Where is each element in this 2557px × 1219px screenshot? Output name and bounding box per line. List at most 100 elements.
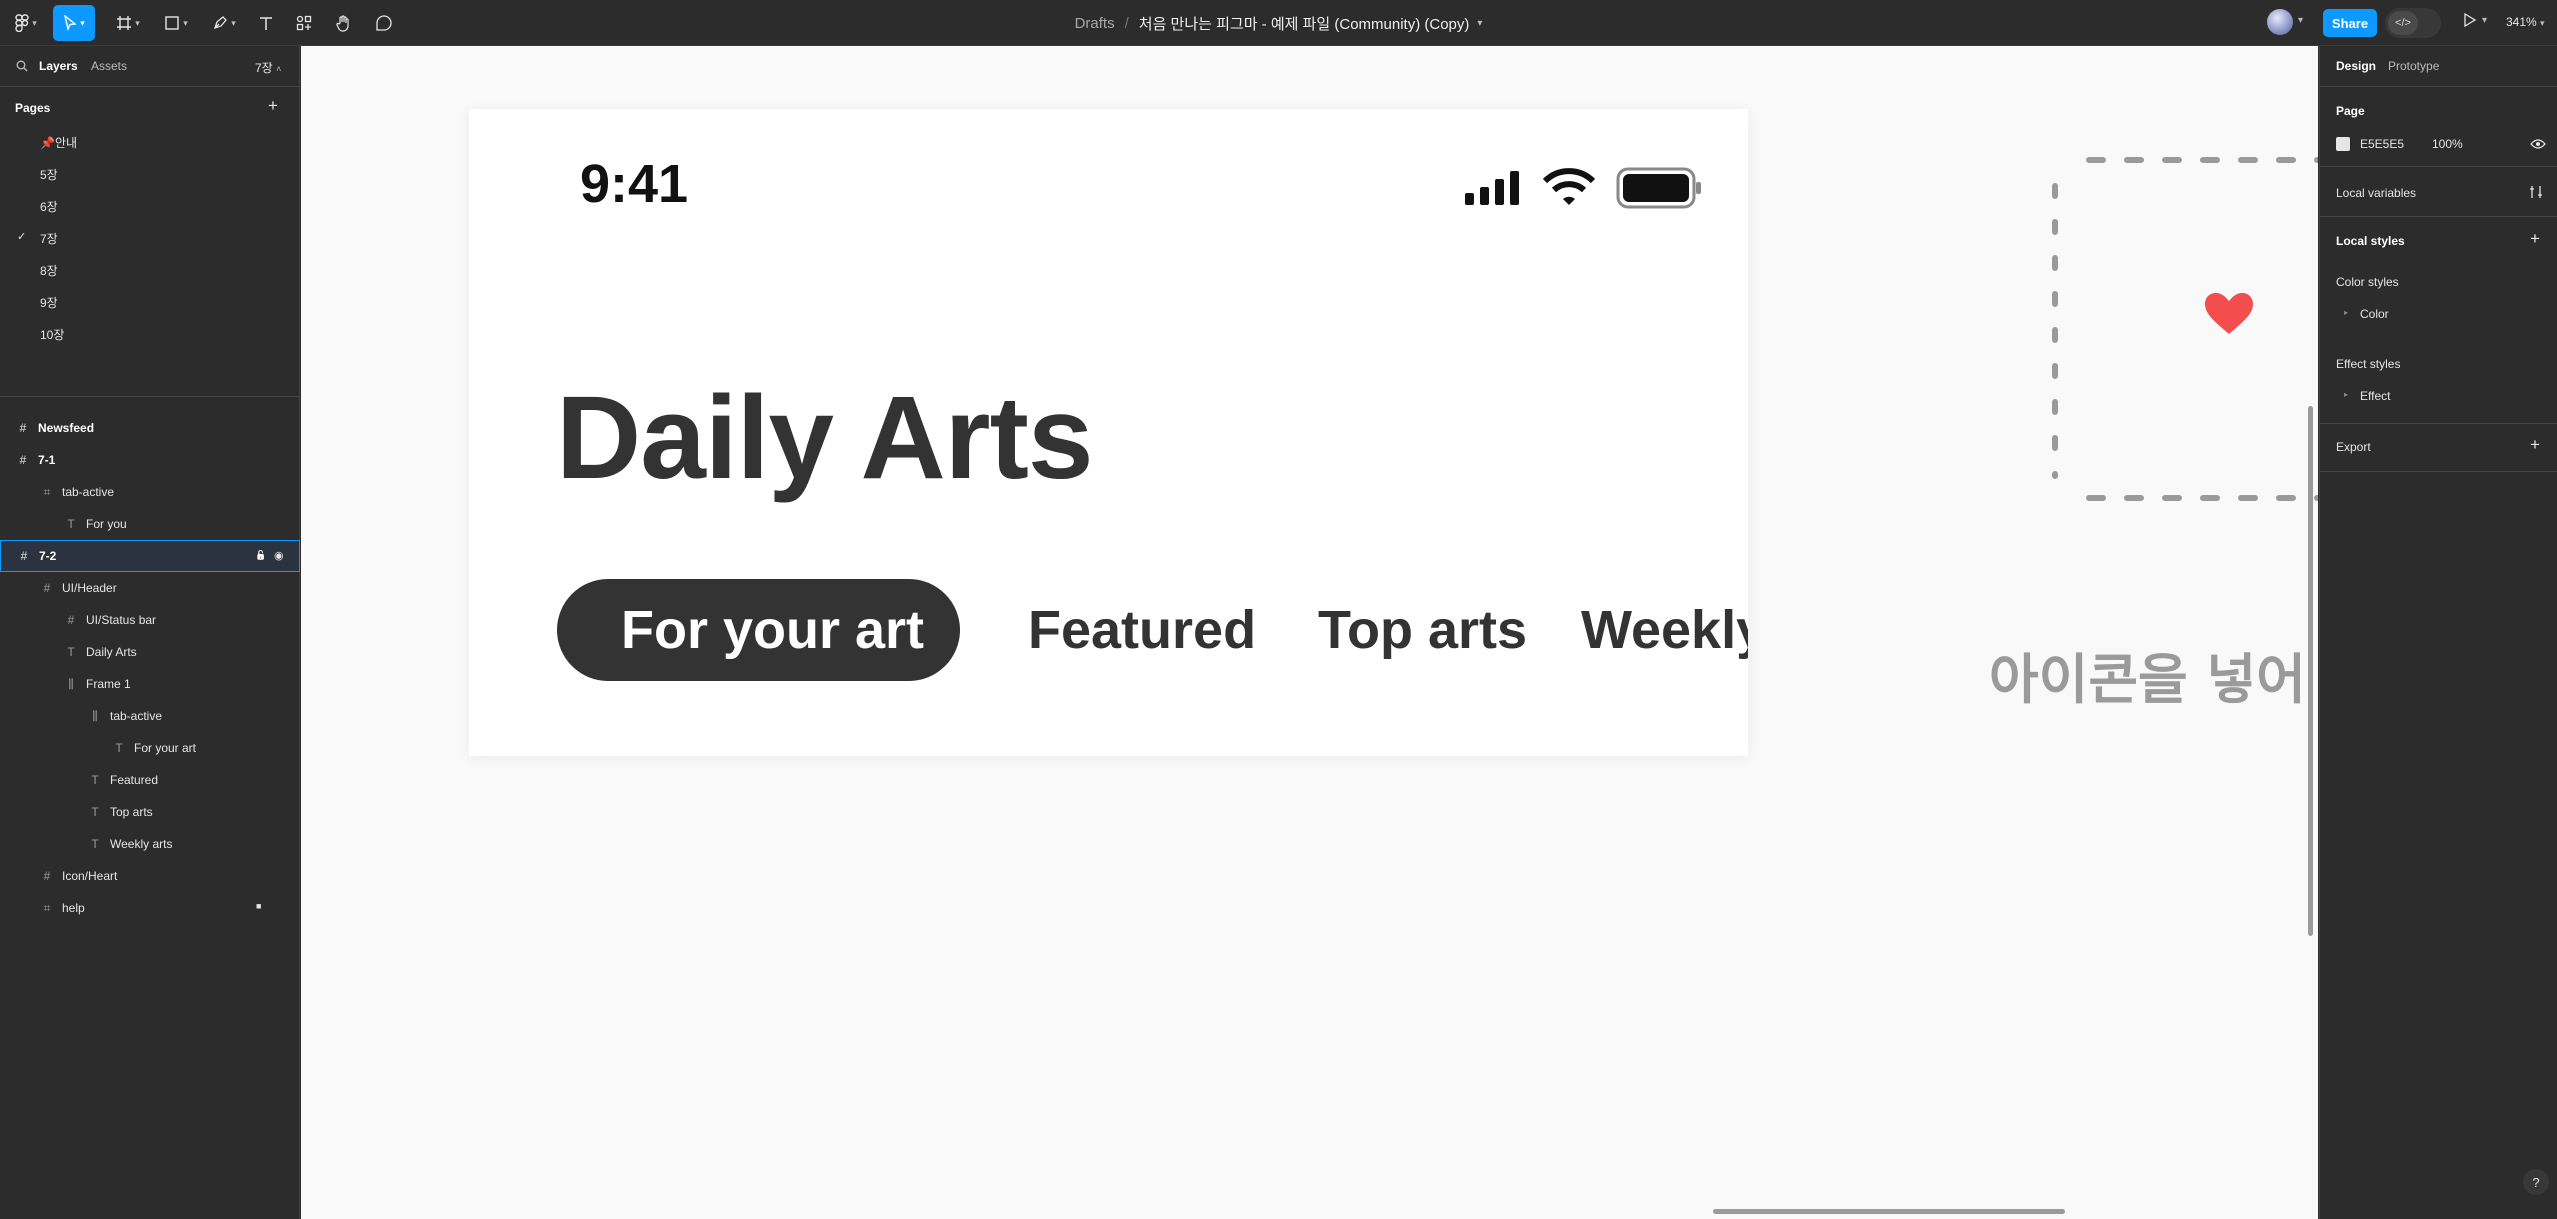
layer-row[interactable]: T For your art bbox=[0, 732, 300, 764]
vertical-scrollbar[interactable] bbox=[2308, 406, 2313, 936]
page-item-label: 6장 bbox=[40, 200, 58, 214]
page-item-label: 📌안내 bbox=[40, 136, 78, 150]
battery-icon bbox=[1616, 167, 1701, 209]
page-color-swatch[interactable] bbox=[2336, 137, 2350, 151]
wifi-icon bbox=[1543, 168, 1595, 205]
file-name[interactable]: 처음 만나는 피그마 - 예제 파일 (Community) (Copy) bbox=[1139, 13, 1470, 34]
chevron-right-icon[interactable]: ▸ bbox=[2344, 308, 2348, 317]
check-icon: ✓ bbox=[17, 231, 27, 243]
layer-row[interactable]: # UI/Header bbox=[0, 572, 300, 604]
horizontal-scrollbar[interactable] bbox=[1713, 1209, 2065, 1214]
text-icon: T bbox=[115, 741, 123, 755]
page-title: Daily Arts bbox=[556, 372, 1093, 504]
text-icon: T bbox=[67, 645, 75, 659]
add-export-icon[interactable]: + bbox=[2530, 435, 2540, 455]
toolbar: ▾ ▾ ▾ ▾ ▾ Drafts / 처음 만나는 피그마 - 예제 파일 (C… bbox=[0, 0, 2557, 46]
current-page-label: 7장 bbox=[255, 61, 273, 75]
divider bbox=[2320, 423, 2557, 424]
tab-top-arts[interactable]: Top arts bbox=[1318, 599, 1527, 661]
export-label: Export bbox=[2336, 440, 2371, 454]
heart-icon bbox=[2205, 293, 2253, 334]
color-style-group[interactable]: Color bbox=[2360, 307, 2389, 321]
chevron-up-icon: ˄ bbox=[276, 64, 282, 74]
component-icon: ⌗ bbox=[43, 484, 51, 499]
layer-row[interactable]: T For you bbox=[0, 508, 300, 540]
tab-design[interactable]: Design bbox=[2336, 59, 2376, 73]
page-item[interactable]: 📌안내 bbox=[0, 126, 300, 158]
layer-label: Featured bbox=[110, 773, 159, 787]
layer-row[interactable]: ⌗ tab-active bbox=[0, 476, 300, 508]
layer-row[interactable]: #7-1 bbox=[0, 444, 300, 476]
page-item[interactable]: 8장 bbox=[0, 254, 300, 286]
local-styles-title: Local styles bbox=[2336, 234, 2405, 248]
layer-row[interactable]: # Icon/Heart bbox=[0, 860, 300, 892]
chevron-down-icon[interactable]: ▾ bbox=[2298, 15, 2303, 26]
canvas[interactable]: 9:41 Daily Arts For your art Featured To… bbox=[301, 46, 2318, 1219]
color-styles-label: Color styles bbox=[2336, 275, 2399, 289]
tab-featured[interactable]: Featured bbox=[1028, 599, 1256, 661]
layer-label: tab-active bbox=[62, 485, 115, 499]
tab-layers[interactable]: Layers bbox=[39, 59, 78, 73]
tab-assets[interactable]: Assets bbox=[91, 59, 127, 73]
search-icon[interactable] bbox=[16, 60, 28, 72]
present-button[interactable] bbox=[2463, 12, 2477, 33]
tab-for-your-art[interactable]: For your art bbox=[621, 599, 924, 661]
page-item[interactable]: 5장 bbox=[0, 158, 300, 190]
page-item-label: 9장 bbox=[40, 296, 58, 310]
layer-row[interactable]: T Daily Arts bbox=[0, 636, 300, 668]
help-button[interactable]: ? bbox=[2523, 1169, 2549, 1195]
layer-label: Frame 1 bbox=[86, 677, 131, 691]
page-color-value[interactable]: E5E5E5 bbox=[2360, 137, 2404, 151]
layer-row[interactable]: # UI/Status bar bbox=[0, 604, 300, 636]
divider bbox=[2320, 86, 2557, 87]
divider bbox=[0, 396, 300, 397]
frame-icon: # bbox=[20, 549, 28, 563]
page-opacity-value[interactable]: 100% bbox=[2432, 137, 2463, 151]
chevron-down-icon[interactable]: ▾ bbox=[2482, 15, 2487, 26]
layer-label: Top arts bbox=[110, 805, 153, 819]
current-page-selector[interactable]: 7장 ˄ bbox=[255, 59, 281, 76]
lock-icon[interactable]: ■ bbox=[256, 901, 261, 911]
page-item[interactable]: 10장 bbox=[0, 318, 300, 350]
hint-text: 아이콘을 넣어 bbox=[1989, 648, 2306, 711]
variables-icon[interactable] bbox=[2528, 184, 2544, 200]
avatar[interactable] bbox=[2267, 9, 2293, 35]
add-page-icon[interactable]: + bbox=[268, 96, 278, 116]
zoom-level[interactable]: 341% ▾ bbox=[2506, 15, 2545, 29]
page-item[interactable]: ✓ 7장 bbox=[0, 222, 300, 254]
effect-style-group[interactable]: Effect bbox=[2360, 389, 2390, 403]
layer-row[interactable]: T Top arts bbox=[0, 796, 300, 828]
chevron-down-icon[interactable]: ▾ bbox=[1477, 18, 1482, 29]
layer-row[interactable]: #7-2 🔓 ◉ bbox=[0, 540, 300, 572]
layer-row[interactable]: ⫼ tab-active bbox=[0, 700, 300, 732]
tab-prototype[interactable]: Prototype bbox=[2388, 59, 2439, 73]
page-item-label: 10장 bbox=[40, 328, 65, 342]
layer-row[interactable]: ⌗ help ■ bbox=[0, 892, 300, 924]
share-button[interactable]: Share bbox=[2323, 9, 2377, 37]
page-item[interactable]: 9장 bbox=[0, 286, 300, 318]
chevron-right-icon[interactable]: ▸ bbox=[2344, 390, 2348, 399]
frame-7-2[interactable]: 9:41 Daily Arts For your art Featured To… bbox=[469, 109, 1748, 756]
layer-row[interactable]: T Weekly arts bbox=[0, 828, 300, 860]
unlock-icon[interactable]: 🔓 bbox=[255, 550, 266, 561]
icon-heart-frame[interactable] bbox=[2049, 156, 2318, 512]
breadcrumb-drafts[interactable]: Drafts bbox=[1075, 15, 1115, 32]
layer-label: Icon/Heart bbox=[62, 869, 118, 883]
breadcrumb-separator: / bbox=[1124, 14, 1129, 32]
layers-panel: Layers Assets 7장 ˄ Pages + 📌안내 5장 6장 ✓ 7장 8장 9… bbox=[0, 46, 300, 1219]
page-item[interactable]: 6장 bbox=[0, 190, 300, 222]
dev-mode-toggle[interactable]: </> bbox=[2385, 8, 2441, 38]
eye-icon[interactable] bbox=[2530, 138, 2546, 150]
pages-title: Pages bbox=[15, 101, 51, 115]
signal-icon bbox=[1465, 171, 1519, 205]
layer-row[interactable]: T Featured bbox=[0, 764, 300, 796]
tab-weekly-arts[interactable]: Weekly arts bbox=[1581, 599, 1748, 661]
layer-row[interactable]: ⫼ Frame 1 bbox=[0, 668, 300, 700]
eye-icon[interactable]: ◉ bbox=[274, 549, 284, 562]
add-style-icon[interactable]: + bbox=[2530, 229, 2540, 249]
layer-row[interactable]: # Newsfeed bbox=[0, 412, 300, 444]
breadcrumb: Drafts / 처음 만나는 피그마 - 예제 파일 (Community) … bbox=[0, 0, 2557, 46]
text-icon: T bbox=[91, 773, 99, 787]
frame-icon: # bbox=[67, 613, 75, 627]
local-variables-label[interactable]: Local variables bbox=[2336, 186, 2416, 200]
